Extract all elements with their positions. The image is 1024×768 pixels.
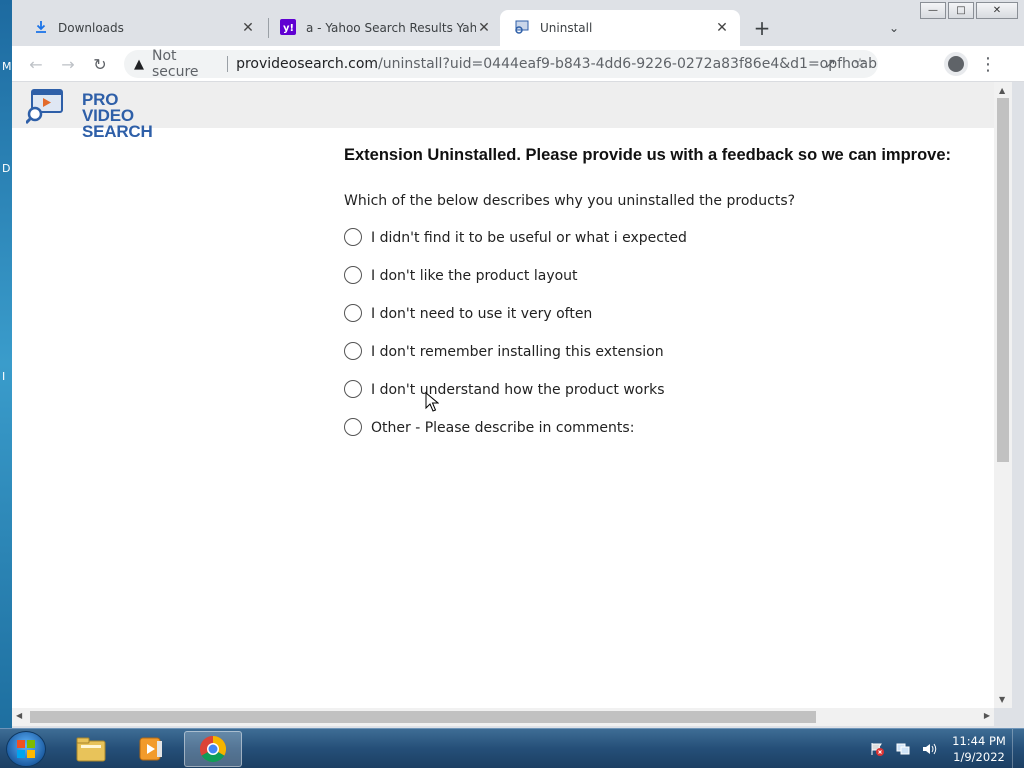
reload-button[interactable]: ↻ <box>88 52 112 76</box>
radio-button[interactable] <box>344 227 362 246</box>
address-bar[interactable]: ▲ Not secure provideosearch.com /uninsta… <box>124 48 878 80</box>
logo-icon <box>26 89 63 124</box>
tab-title: a - Yahoo Search Results Yahoo S <box>306 21 476 35</box>
start-button[interactable] <box>6 731 46 767</box>
scroll-up-icon[interactable]: ▲ <box>999 86 1005 95</box>
warning-icon[interactable]: ▲ <box>134 57 144 72</box>
scroll-down-icon[interactable]: ▼ <box>999 695 1005 704</box>
clock-time: 11:44 PM <box>952 734 1006 748</box>
desktop-letter: D <box>2 162 11 175</box>
maximize-button[interactable]: □ <box>948 2 974 19</box>
option-label[interactable]: Other - Please describe in comments: <box>371 420 634 436</box>
site-header: PRO VIDEO SEARCH <box>12 82 994 140</box>
pro-video-search-logo[interactable]: PRO VIDEO SEARCH <box>26 88 166 140</box>
desktop-letter: M <box>2 60 12 73</box>
tab-yahoo-search[interactable]: y! a - Yahoo Search Results Yahoo S ✕ <box>266 10 502 46</box>
yahoo-icon: y! <box>280 18 296 38</box>
scroll-thumb[interactable] <box>30 711 816 723</box>
volume-icon[interactable] <box>920 740 938 758</box>
desktop-letter: I <box>2 370 6 383</box>
show-desktop-button[interactable] <box>1012 729 1024 768</box>
provideo-favicon <box>514 19 530 38</box>
clock[interactable]: 11:44 PM 1/9/2022 <box>946 733 1012 765</box>
reason-option[interactable]: I don't need to use it very often <box>344 295 951 333</box>
radio-button[interactable] <box>344 303 362 322</box>
browser-window: Downloads ✕ y! a - Yahoo Search Results … <box>12 0 1024 728</box>
omnibox-actions: ↗ ☆ <box>820 54 870 74</box>
taskbar-media-player[interactable] <box>122 731 180 767</box>
horizontal-scrollbar[interactable]: ◀ ▶ <box>12 708 994 726</box>
bookmark-star-icon[interactable]: ☆ <box>850 54 870 74</box>
radio-button[interactable] <box>344 265 362 284</box>
media-player-icon <box>139 737 162 761</box>
option-label[interactable]: I don't like the product layout <box>371 268 578 284</box>
reason-option[interactable]: I don't like the product layout <box>344 257 951 295</box>
logo-text: PRO VIDEO SEARCH <box>82 90 166 141</box>
share-icon[interactable]: ↗ <box>820 54 840 74</box>
avatar-icon <box>948 56 964 72</box>
svg-text:y!: y! <box>283 23 294 34</box>
close-window-button[interactable]: ✕ <box>976 2 1018 19</box>
page-viewport: PRO VIDEO SEARCH Extension Uninstalled. … <box>12 82 994 708</box>
tab-downloads[interactable]: Downloads ✕ <box>20 10 266 46</box>
close-icon[interactable]: ✕ <box>476 20 492 36</box>
close-icon[interactable]: ✕ <box>240 20 256 36</box>
clock-date: 1/9/2022 <box>953 750 1005 764</box>
taskbar-chrome[interactable] <box>184 731 242 767</box>
browser-menu-button[interactable]: ⋮ <box>978 52 998 76</box>
radio-button[interactable] <box>344 379 362 398</box>
taskbar: 11:44 PM 1/9/2022 <box>0 728 1024 768</box>
reason-options: I didn't find it to be useful or what i … <box>344 219 951 447</box>
logo-line-1: PRO VIDEO <box>82 90 134 125</box>
back-button[interactable]: ← <box>24 52 48 76</box>
reason-option[interactable]: I don't remember installing this extensi… <box>344 333 951 371</box>
scroll-left-icon[interactable]: ◀ <box>16 711 22 720</box>
option-label[interactable]: I didn't find it to be useful or what i … <box>371 230 687 246</box>
scroll-right-icon[interactable]: ▶ <box>984 711 990 720</box>
tab-title: Uninstall <box>540 21 593 35</box>
file-explorer-icon <box>76 737 106 762</box>
scroll-thumb[interactable] <box>997 98 1009 462</box>
chrome-icon <box>199 735 227 763</box>
option-label[interactable]: I don't need to use it very often <box>371 306 592 322</box>
page-title: Extension Uninstalled. Please provide us… <box>344 146 952 164</box>
window-controls: — □ ✕ <box>920 2 1018 19</box>
tab-strip: Downloads ✕ y! a - Yahoo Search Results … <box>12 0 1024 46</box>
divider <box>227 56 229 72</box>
system-tray: 11:44 PM 1/9/2022 <box>868 729 1024 768</box>
mouse-cursor-icon <box>425 392 439 412</box>
security-label[interactable]: Not secure <box>152 48 219 80</box>
network-icon[interactable] <box>894 740 912 758</box>
question-label: Which of the below describes why you uni… <box>344 193 796 209</box>
taskbar-file-explorer[interactable] <box>62 731 120 767</box>
browser-toolbar: ← → ↻ ▲ Not secure provideosearch.com /u… <box>12 46 1024 82</box>
new-tab-button[interactable]: + <box>750 16 774 40</box>
close-icon[interactable]: ✕ <box>714 20 730 36</box>
radio-button[interactable] <box>344 341 362 360</box>
option-label[interactable]: I don't remember installing this extensi… <box>371 344 664 360</box>
radio-button[interactable] <box>344 417 362 436</box>
vertical-scrollbar[interactable]: ▲ ▼ <box>994 82 1012 708</box>
logo-line-2: SEARCH <box>82 122 153 141</box>
desktop-edge: M D I <box>0 0 12 728</box>
reason-option[interactable]: Other - Please describe in comments: <box>344 409 951 447</box>
option-label[interactable]: I don't understand how the product works <box>371 382 665 398</box>
tab-title: Downloads <box>58 21 124 35</box>
profile-button[interactable] <box>944 52 968 76</box>
url-path: /uninstall?uid=0444eaf9-b843-4dd6-9226-0… <box>378 56 878 72</box>
download-icon <box>34 20 48 37</box>
url-host: provideosearch.com <box>236 56 379 72</box>
tab-uninstall[interactable]: Uninstall ✕ <box>500 10 740 46</box>
forward-button[interactable]: → <box>56 52 80 76</box>
reason-option[interactable]: I didn't find it to be useful or what i … <box>344 219 951 257</box>
tab-search-button[interactable]: ⌄ <box>884 18 904 38</box>
action-center-flag-icon[interactable] <box>868 740 886 758</box>
windows-logo-icon <box>17 740 35 758</box>
minimize-button[interactable]: — <box>920 2 946 19</box>
